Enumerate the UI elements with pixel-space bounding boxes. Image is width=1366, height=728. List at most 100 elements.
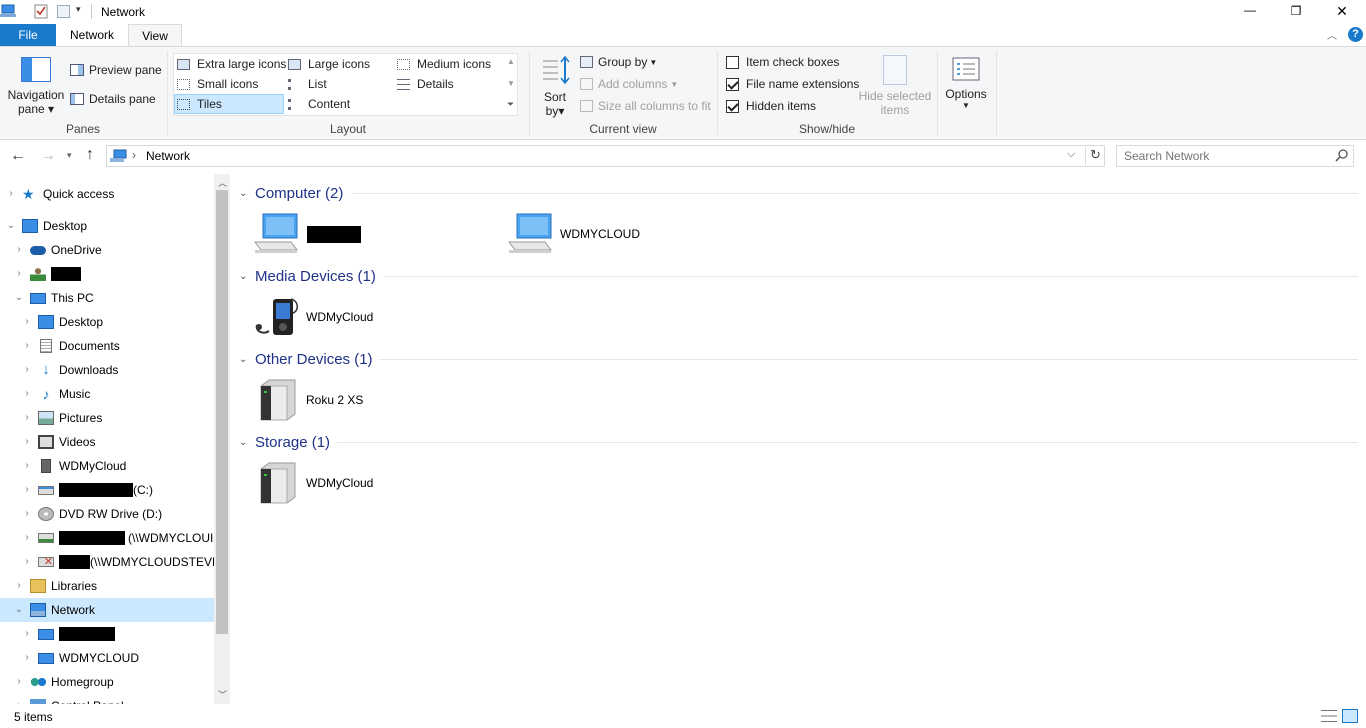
address-bar[interactable]: › Network ⌵ ↻ bbox=[106, 145, 1105, 167]
nav-item-network-wdmycloud[interactable]: › WDMYCLOUD bbox=[20, 646, 139, 670]
chevron-right-icon[interactable]: › bbox=[20, 430, 34, 454]
chevron-right-icon[interactable]: › bbox=[12, 694, 26, 704]
layout-tiles[interactable]: Tiles bbox=[174, 94, 284, 114]
item-check-boxes-toggle[interactable]: Item check boxes bbox=[726, 55, 839, 69]
tab-view[interactable]: View bbox=[128, 24, 182, 48]
group-by-button[interactable]: Group by ▼ bbox=[580, 55, 657, 69]
hide-selected-items-button[interactable]: Hide selected items bbox=[858, 55, 932, 117]
tile-roku[interactable]: Roku 2 XS bbox=[253, 375, 473, 425]
nav-item-documents[interactable]: › Documents bbox=[20, 334, 120, 358]
collapse-ribbon-chevron-up-icon[interactable]: ︿ bbox=[1327, 27, 1337, 42]
layout-scroll-down-icon[interactable]: ▼ bbox=[507, 79, 515, 88]
nav-item-pictures[interactable]: › Pictures bbox=[20, 406, 102, 430]
chevron-right-icon[interactable]: › bbox=[20, 310, 34, 334]
group-header-computer[interactable]: ⌄ Computer (2) bbox=[239, 182, 343, 204]
chevron-down-icon[interactable]: ⌄ bbox=[239, 437, 255, 448]
sort-by-button[interactable]: Sort by▾ bbox=[539, 55, 571, 118]
scrollbar-thumb[interactable] bbox=[216, 190, 228, 634]
nav-item-this-pc[interactable]: ⌄ This PC bbox=[12, 286, 94, 310]
close-button[interactable]: ✕ bbox=[1328, 0, 1356, 22]
back-arrow-icon[interactable]: ← bbox=[10, 147, 26, 165]
search-icon[interactable] bbox=[1335, 148, 1349, 162]
chevron-right-icon[interactable]: › bbox=[20, 646, 34, 670]
nav-item-user[interactable]: › bbox=[12, 262, 81, 286]
chevron-right-icon[interactable]: › bbox=[20, 358, 34, 382]
chevron-down-icon[interactable]: ⌄ bbox=[239, 188, 255, 199]
nav-item-drive-c[interactable]: › (C:) bbox=[20, 478, 153, 502]
layout-scroll-up-icon[interactable]: ▲ bbox=[507, 57, 515, 66]
refresh-icon[interactable]: ↻ bbox=[1085, 147, 1105, 165]
minimize-button[interactable]: — bbox=[1236, 0, 1264, 22]
recent-locations-chevron-down-icon[interactable]: ▾ bbox=[67, 150, 72, 161]
nav-item-wdmycloud[interactable]: › WDMyCloud bbox=[20, 454, 126, 478]
new-folder-icon[interactable] bbox=[57, 5, 70, 18]
nav-item-network-computer[interactable]: › bbox=[20, 622, 115, 646]
details-view-icon[interactable] bbox=[1321, 710, 1337, 722]
nav-item-downloads[interactable]: › ↓ Downloads bbox=[20, 358, 118, 382]
address-history-chevron-down-icon[interactable]: ⌵ bbox=[1067, 148, 1075, 161]
chevron-down-icon[interactable]: ⌄ bbox=[12, 598, 26, 622]
add-columns-button[interactable]: Add columns ▼ bbox=[580, 77, 678, 91]
layout-more-icon[interactable]: ⏷ bbox=[507, 99, 514, 110]
search-input[interactable] bbox=[1124, 148, 1324, 164]
tile-storage-wdmycloud[interactable]: WDMyCloud bbox=[253, 458, 473, 508]
chevron-right-icon[interactable]: › bbox=[20, 382, 34, 406]
tile-media-wdmycloud[interactable]: WDMyCloud bbox=[253, 292, 473, 342]
nav-item-music[interactable]: › ♪ Music bbox=[20, 382, 90, 406]
nav-item-onedrive[interactable]: › OneDrive bbox=[12, 238, 101, 262]
size-columns-button[interactable]: Size all columns to fit bbox=[580, 99, 711, 113]
hidden-items-checkbox[interactable] bbox=[726, 99, 739, 113]
chevron-right-icon[interactable]: › bbox=[4, 182, 18, 206]
tab-network[interactable]: Network bbox=[58, 24, 126, 47]
navigation-pane-button[interactable]: Navigation pane ▾ bbox=[6, 57, 66, 119]
tab-file[interactable]: File bbox=[0, 24, 56, 47]
nav-item-control-panel[interactable]: › Control Panel bbox=[12, 694, 124, 704]
scroll-down-icon[interactable]: ﹀ bbox=[218, 688, 227, 701]
chevron-down-icon[interactable]: ⌄ bbox=[12, 286, 26, 310]
maximize-button[interactable]: ❐ bbox=[1282, 0, 1310, 22]
chevron-right-icon[interactable]: › bbox=[20, 622, 34, 646]
chevron-right-icon[interactable]: › bbox=[20, 334, 34, 358]
hidden-items-toggle[interactable]: Hidden items bbox=[726, 99, 816, 113]
chevron-right-icon[interactable]: › bbox=[12, 238, 26, 262]
options-button[interactable]: Options ▼ bbox=[942, 57, 990, 110]
chevron-right-icon[interactable]: › bbox=[20, 406, 34, 430]
scroll-up-icon[interactable]: ︿ bbox=[218, 176, 227, 189]
chevron-down-icon[interactable]: ⌄ bbox=[239, 354, 255, 365]
layout-content[interactable]: Content bbox=[288, 97, 350, 111]
nav-item-libraries[interactable]: › Libraries bbox=[12, 574, 97, 598]
nav-item-network[interactable]: ⌄ Network bbox=[12, 598, 95, 622]
preview-pane-button[interactable]: Preview pane bbox=[70, 63, 162, 77]
up-arrow-icon[interactable]: ↑ bbox=[86, 146, 94, 164]
file-name-extensions-toggle[interactable]: File name extensions bbox=[726, 77, 859, 91]
details-pane-button[interactable]: Details pane bbox=[70, 92, 156, 106]
help-button[interactable]: ? bbox=[1348, 27, 1363, 42]
tiles-view-icon[interactable] bbox=[1342, 709, 1358, 723]
tile-computer-1[interactable] bbox=[253, 209, 473, 259]
group-header-media-devices[interactable]: ⌄ Media Devices (1) bbox=[239, 265, 376, 287]
chevron-right-icon[interactable]: › bbox=[20, 478, 34, 502]
nav-item-videos[interactable]: › Videos bbox=[20, 430, 95, 454]
forward-arrow-icon[interactable]: → bbox=[40, 147, 56, 165]
customize-qat-chevron-down-icon[interactable]: ▾ bbox=[76, 4, 81, 15]
group-header-storage[interactable]: ⌄ Storage (1) bbox=[239, 431, 330, 453]
chevron-right-icon[interactable]: › bbox=[20, 454, 34, 478]
tile-computer-wdmycloud[interactable]: WDMYCLOUD bbox=[507, 209, 727, 259]
nav-item-network-share-2[interactable]: › ✕ (\\WDMYCLOUDSTEVE bbox=[20, 550, 220, 574]
chevron-right-icon[interactable]: › bbox=[20, 502, 34, 526]
nav-item-dvd-drive[interactable]: › DVD RW Drive (D:) bbox=[20, 502, 162, 526]
chevron-right-icon[interactable]: › bbox=[20, 526, 34, 550]
properties-icon[interactable] bbox=[34, 4, 48, 19]
nav-item-pc-desktop[interactable]: › Desktop bbox=[20, 310, 103, 334]
search-box[interactable] bbox=[1116, 145, 1354, 167]
group-header-other-devices[interactable]: ⌄ Other Devices (1) bbox=[239, 348, 373, 370]
item-check-boxes-checkbox[interactable] bbox=[726, 55, 739, 69]
nav-scrollbar[interactable]: ︿ ﹀ bbox=[214, 174, 230, 704]
nav-item-network-share-1[interactable]: › (\\WDMYCLOUI bbox=[20, 526, 213, 550]
chevron-right-icon[interactable]: › bbox=[12, 670, 26, 694]
layout-extra-large-icons[interactable]: Extra large icons bbox=[177, 57, 286, 71]
chevron-down-icon[interactable]: ⌄ bbox=[239, 271, 255, 282]
layout-details[interactable]: Details bbox=[397, 77, 454, 91]
nav-item-homegroup[interactable]: › Homegroup bbox=[12, 670, 114, 694]
layout-small-icons[interactable]: Small icons bbox=[177, 77, 258, 91]
